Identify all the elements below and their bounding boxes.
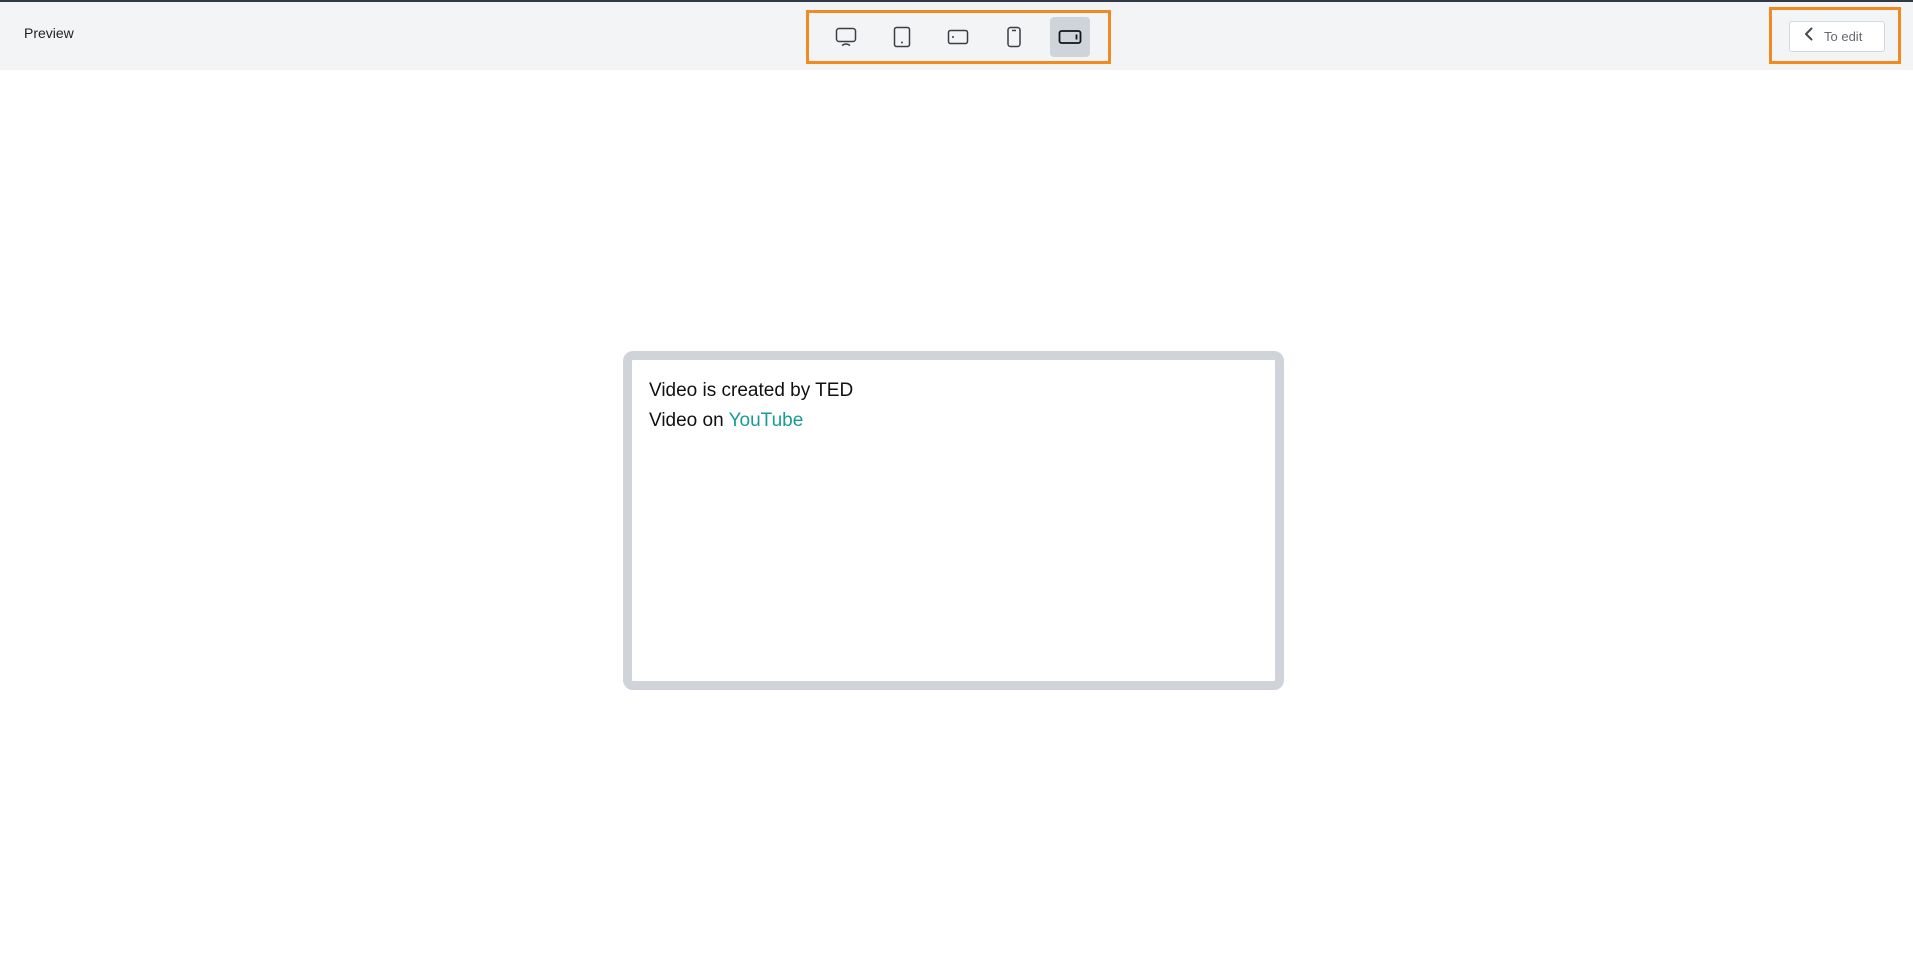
device-button-tablet-landscape[interactable] [938,17,978,57]
device-switcher [806,10,1111,64]
to-edit-highlight: To edit [1769,7,1901,64]
preview-content: Video is created by TED Video on YouTube [649,376,853,436]
phone-portrait-icon [1006,26,1022,48]
chevron-left-icon [1804,27,1814,46]
device-button-phone-landscape[interactable] [1050,17,1090,57]
to-edit-button[interactable]: To edit [1789,21,1885,52]
device-button-desktop[interactable] [826,17,866,57]
tablet-landscape-icon [947,28,969,46]
youtube-link[interactable]: YouTube [729,410,804,431]
credit-line: Video is created by TED [649,380,854,401]
device-button-phone-portrait[interactable] [994,17,1034,57]
tablet-portrait-icon [893,26,911,48]
source-prefix: Video on [649,410,729,431]
page-title: Preview [24,25,74,41]
device-button-tablet-portrait[interactable] [882,17,922,57]
phone-landscape-icon [1058,29,1082,45]
to-edit-label: To edit [1824,29,1863,44]
desktop-icon [835,27,857,47]
device-preview-frame: Video is created by TED Video on YouTube [623,351,1284,690]
source-line: Video on YouTube [649,406,853,436]
